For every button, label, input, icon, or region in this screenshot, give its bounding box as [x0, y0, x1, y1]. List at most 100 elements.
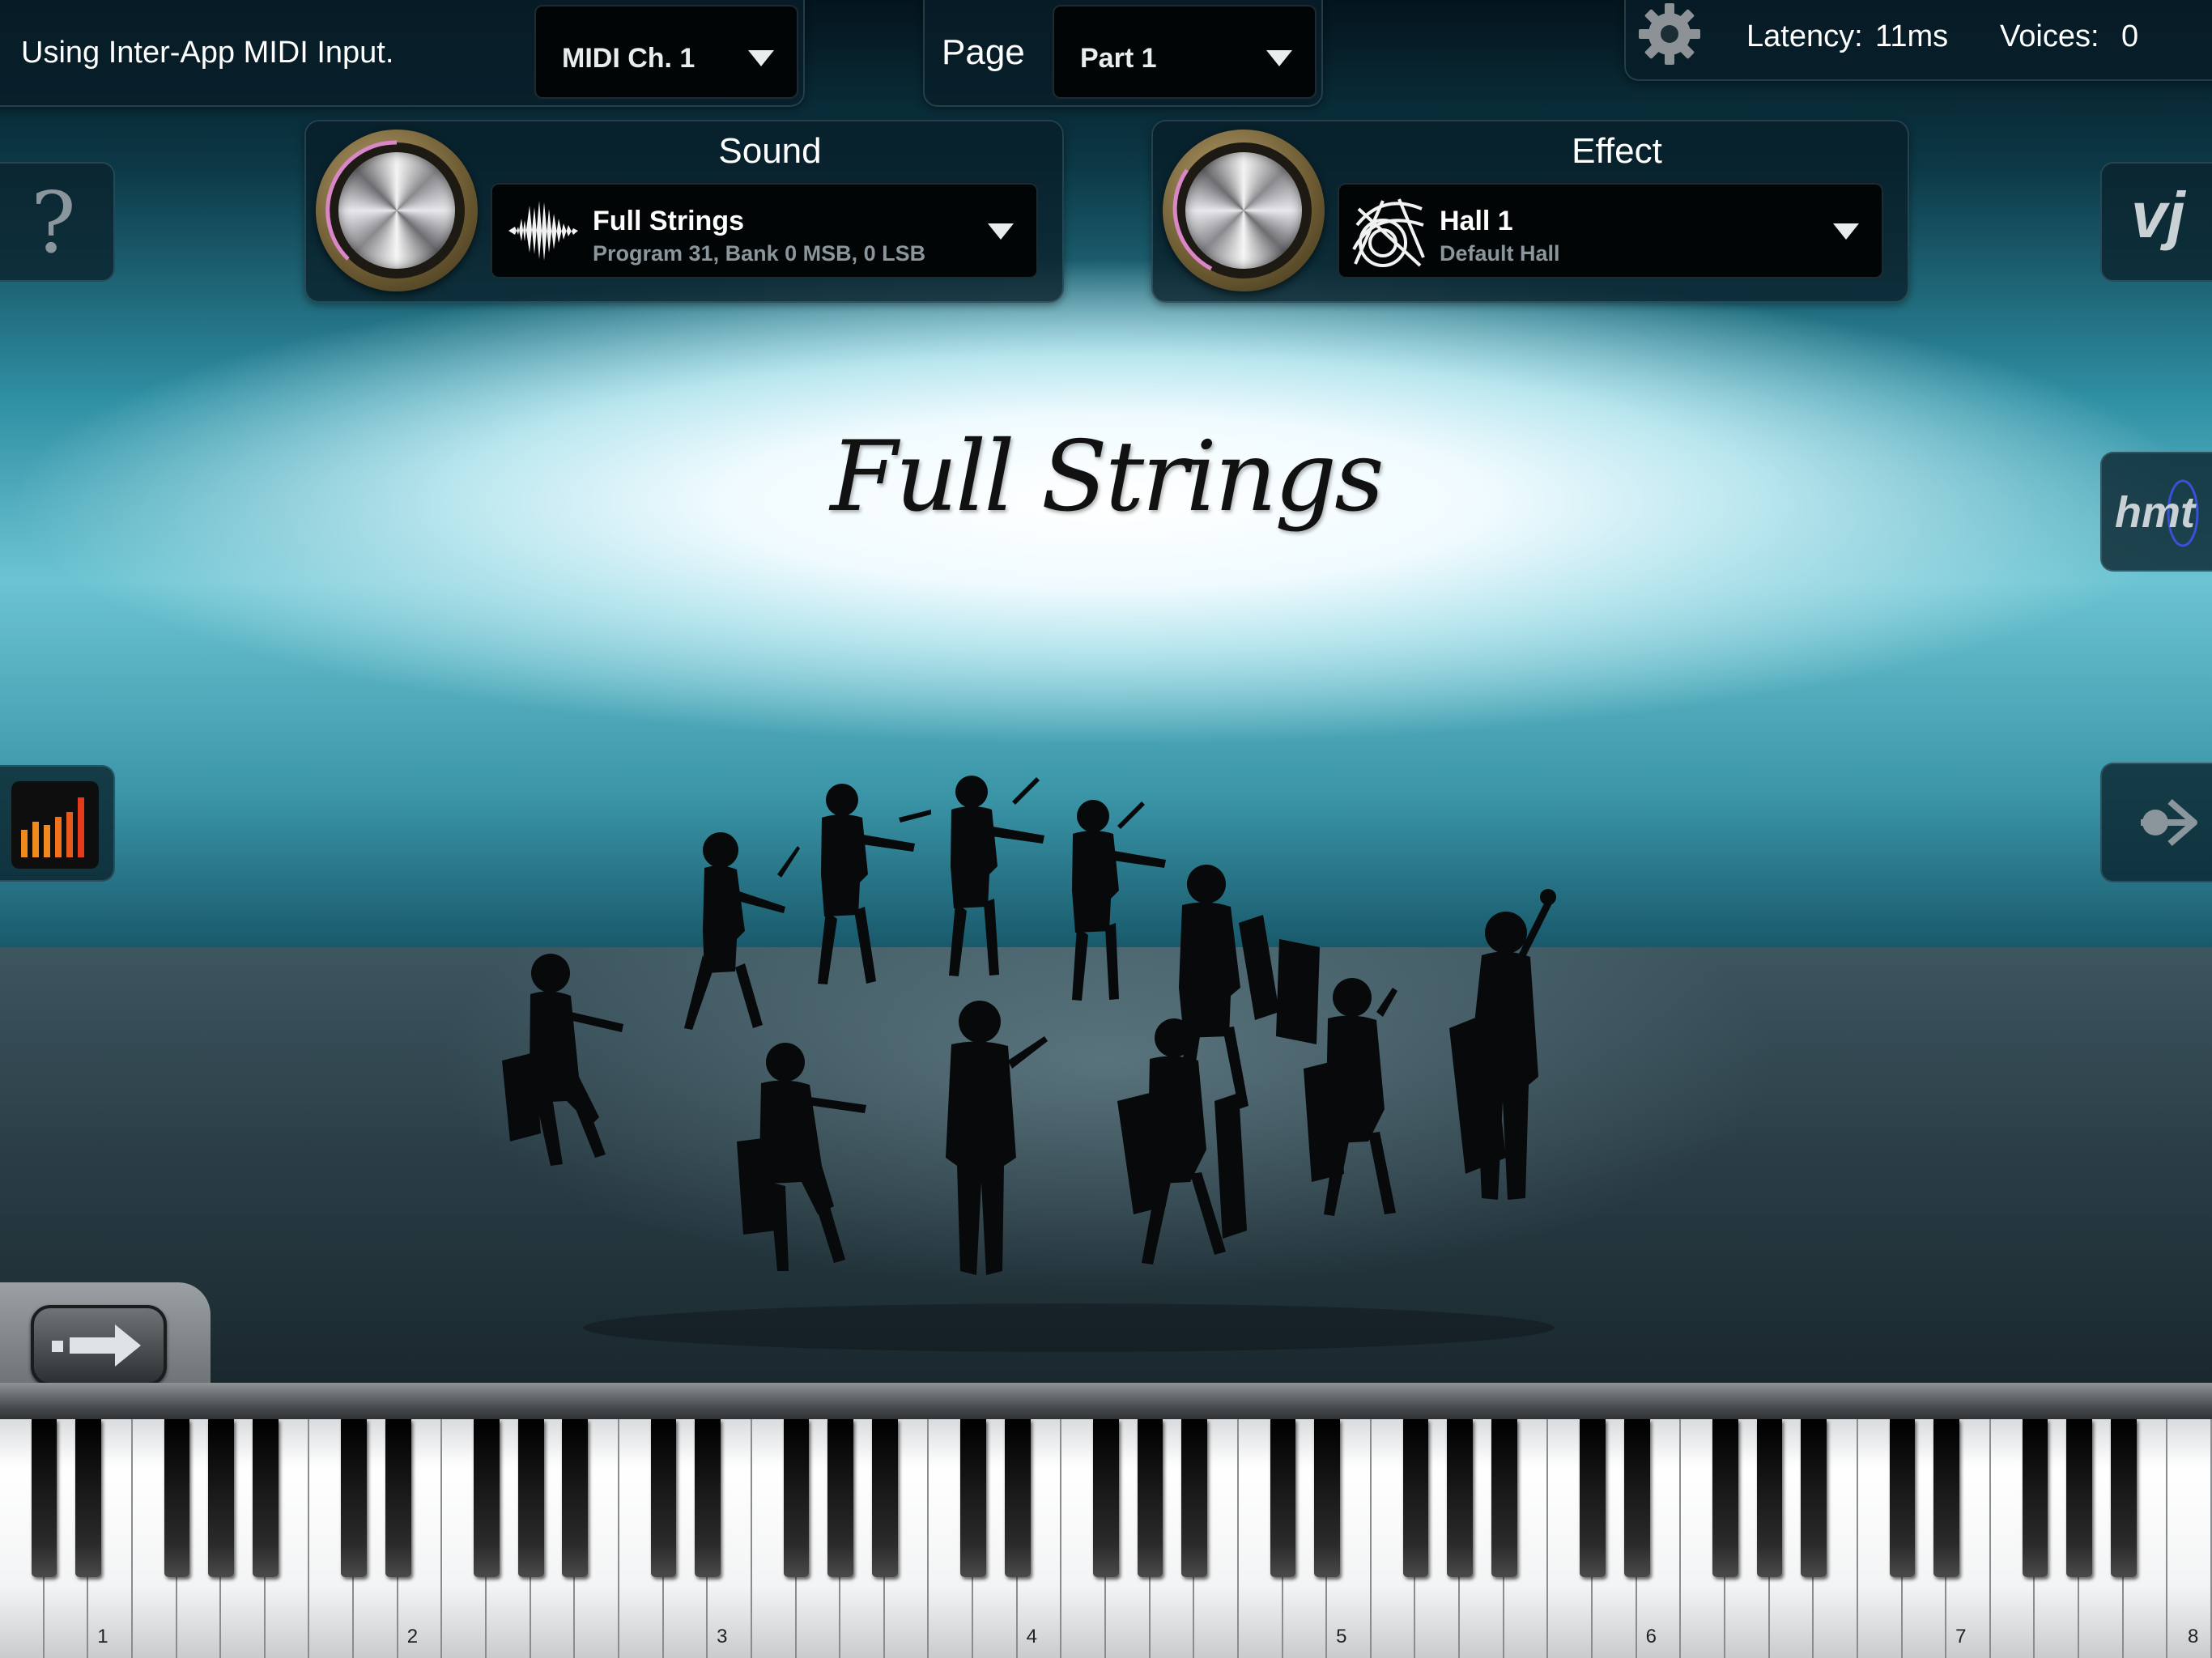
musician-figure	[818, 784, 931, 984]
chevron-down-icon	[1266, 50, 1292, 66]
orchestra-silhouette	[502, 776, 1556, 1352]
latency-value: 11ms	[1875, 19, 1949, 53]
octave-label: 1	[97, 1626, 108, 1647]
midi-channel-label: MIDI Ch. 1	[562, 43, 696, 74]
page-value: Part 1	[1080, 43, 1157, 74]
black-key[interactable]	[2066, 1419, 2092, 1577]
waveform-icon	[508, 201, 578, 261]
effect-dropdown[interactable]: Hall 1 Default Hall	[1338, 183, 1883, 278]
black-key[interactable]	[474, 1419, 500, 1577]
black-key[interactable]	[783, 1419, 810, 1577]
keyboard-rail	[0, 1383, 2212, 1422]
question-icon: ?	[31, 173, 76, 272]
black-key[interactable]	[252, 1419, 279, 1577]
settings-button[interactable]	[1636, 0, 1704, 68]
black-key[interactable]	[562, 1419, 589, 1577]
octave-label: 5	[1336, 1626, 1347, 1647]
sound-header: Sound	[718, 131, 822, 171]
top-bar: Using Inter-App MIDI Input. MIDI Ch. 1 P…	[0, 0, 2212, 107]
black-key[interactable]	[1889, 1419, 1916, 1577]
arrow-right-icon	[52, 1324, 141, 1367]
musician-figure	[1304, 978, 1397, 1216]
voices-value: 0	[2121, 19, 2139, 53]
black-key[interactable]	[1093, 1419, 1119, 1577]
effect-detail: Default Hall	[1440, 241, 1560, 266]
vj-button[interactable]: vj	[2100, 162, 2212, 282]
page-label: Page	[942, 32, 1025, 72]
black-key[interactable]	[2110, 1419, 2137, 1577]
octave-label: 3	[717, 1626, 728, 1647]
chevron-down-icon	[988, 223, 1014, 240]
knob-cap	[338, 152, 455, 269]
black-key[interactable]	[1447, 1419, 1473, 1577]
latency-label: Latency:	[1746, 19, 1863, 53]
black-key[interactable]	[1402, 1419, 1429, 1577]
black-key[interactable]	[1801, 1419, 1827, 1577]
sound-volume-knob[interactable]	[316, 130, 478, 291]
black-key[interactable]	[1756, 1419, 1783, 1577]
octave-label: 6	[1645, 1626, 1657, 1647]
stage-title: Full Strings	[830, 421, 1384, 534]
sound-name: Full Strings	[593, 206, 744, 236]
knob-cap	[1185, 152, 1302, 269]
chevron-down-icon	[748, 50, 774, 66]
musician-figure	[949, 776, 1044, 976]
black-key[interactable]	[1137, 1419, 1163, 1577]
musician-figure	[1117, 1018, 1247, 1265]
midi-input-status: Using Inter-App MIDI Input.	[21, 36, 394, 70]
sound-panel: Sound Full Strings Program 31, Bank 0 MS…	[304, 120, 1064, 303]
black-key[interactable]	[1314, 1419, 1341, 1577]
black-key[interactable]	[827, 1419, 853, 1577]
hmt-icon: hmt	[2115, 488, 2195, 537]
black-key[interactable]	[1491, 1419, 1517, 1577]
octave-label: 7	[1955, 1626, 1967, 1647]
black-key[interactable]	[1181, 1419, 1208, 1577]
sound-detail: Program 31, Bank 0 MSB, 0 LSB	[593, 241, 926, 266]
effect-level-knob[interactable]	[1163, 130, 1325, 291]
black-key[interactable]	[208, 1419, 235, 1577]
black-key[interactable]	[75, 1419, 102, 1577]
help-button[interactable]: ?	[0, 162, 115, 282]
black-key[interactable]	[164, 1419, 190, 1577]
effect-header: Effect	[1572, 131, 1662, 171]
black-key[interactable]	[1270, 1419, 1296, 1577]
bassist-figure	[1449, 889, 1556, 1200]
hall-reverb-icon	[1352, 198, 1425, 267]
effect-name: Hall 1	[1440, 206, 1513, 236]
octave-label: 2	[406, 1626, 419, 1647]
voices-label: Voices:	[2000, 19, 2099, 53]
black-key[interactable]	[650, 1419, 677, 1577]
midi-channel-dropdown[interactable]: MIDI Ch. 1	[534, 5, 798, 99]
octave-label: 4	[1026, 1626, 1037, 1647]
black-key[interactable]	[1623, 1419, 1650, 1577]
sound-dropdown[interactable]: Full Strings Program 31, Bank 0 MSB, 0 L…	[491, 183, 1038, 278]
level-meter-button[interactable]	[0, 765, 115, 882]
black-key[interactable]	[1933, 1419, 1959, 1577]
effect-panel: Effect Hall 1 Default Hall	[1151, 120, 1909, 303]
forward-button[interactable]	[2100, 763, 2212, 882]
black-key[interactable]	[385, 1419, 411, 1577]
musician-figure	[502, 954, 623, 1166]
page-dropdown[interactable]: Part 1	[1053, 5, 1317, 99]
black-key[interactable]	[341, 1419, 367, 1577]
piano-keyboard[interactable]: 1 2 3 4 5 6 7 8	[0, 1419, 2212, 1658]
black-key[interactable]	[517, 1419, 544, 1577]
black-key[interactable]	[871, 1419, 898, 1577]
black-key[interactable]	[960, 1419, 986, 1577]
black-key[interactable]	[1580, 1419, 1606, 1577]
octave-label: 8	[2188, 1626, 2199, 1647]
black-key[interactable]	[2022, 1419, 2048, 1577]
black-key[interactable]	[1712, 1419, 1738, 1577]
hmt-button[interactable]: hmt	[2100, 452, 2212, 572]
musician-figure	[1072, 800, 1166, 1001]
vj-icon: vj	[2131, 179, 2185, 251]
black-key[interactable]	[695, 1419, 721, 1577]
conductor-figure	[946, 1001, 1048, 1275]
keyboard-scroll-button[interactable]	[31, 1305, 167, 1386]
gear-icon	[1639, 3, 1700, 65]
chevron-down-icon	[1833, 223, 1859, 240]
white-key[interactable]	[2167, 1419, 2212, 1658]
musician-figure	[737, 1043, 866, 1271]
black-key[interactable]	[31, 1419, 57, 1577]
black-key[interactable]	[1004, 1419, 1031, 1577]
